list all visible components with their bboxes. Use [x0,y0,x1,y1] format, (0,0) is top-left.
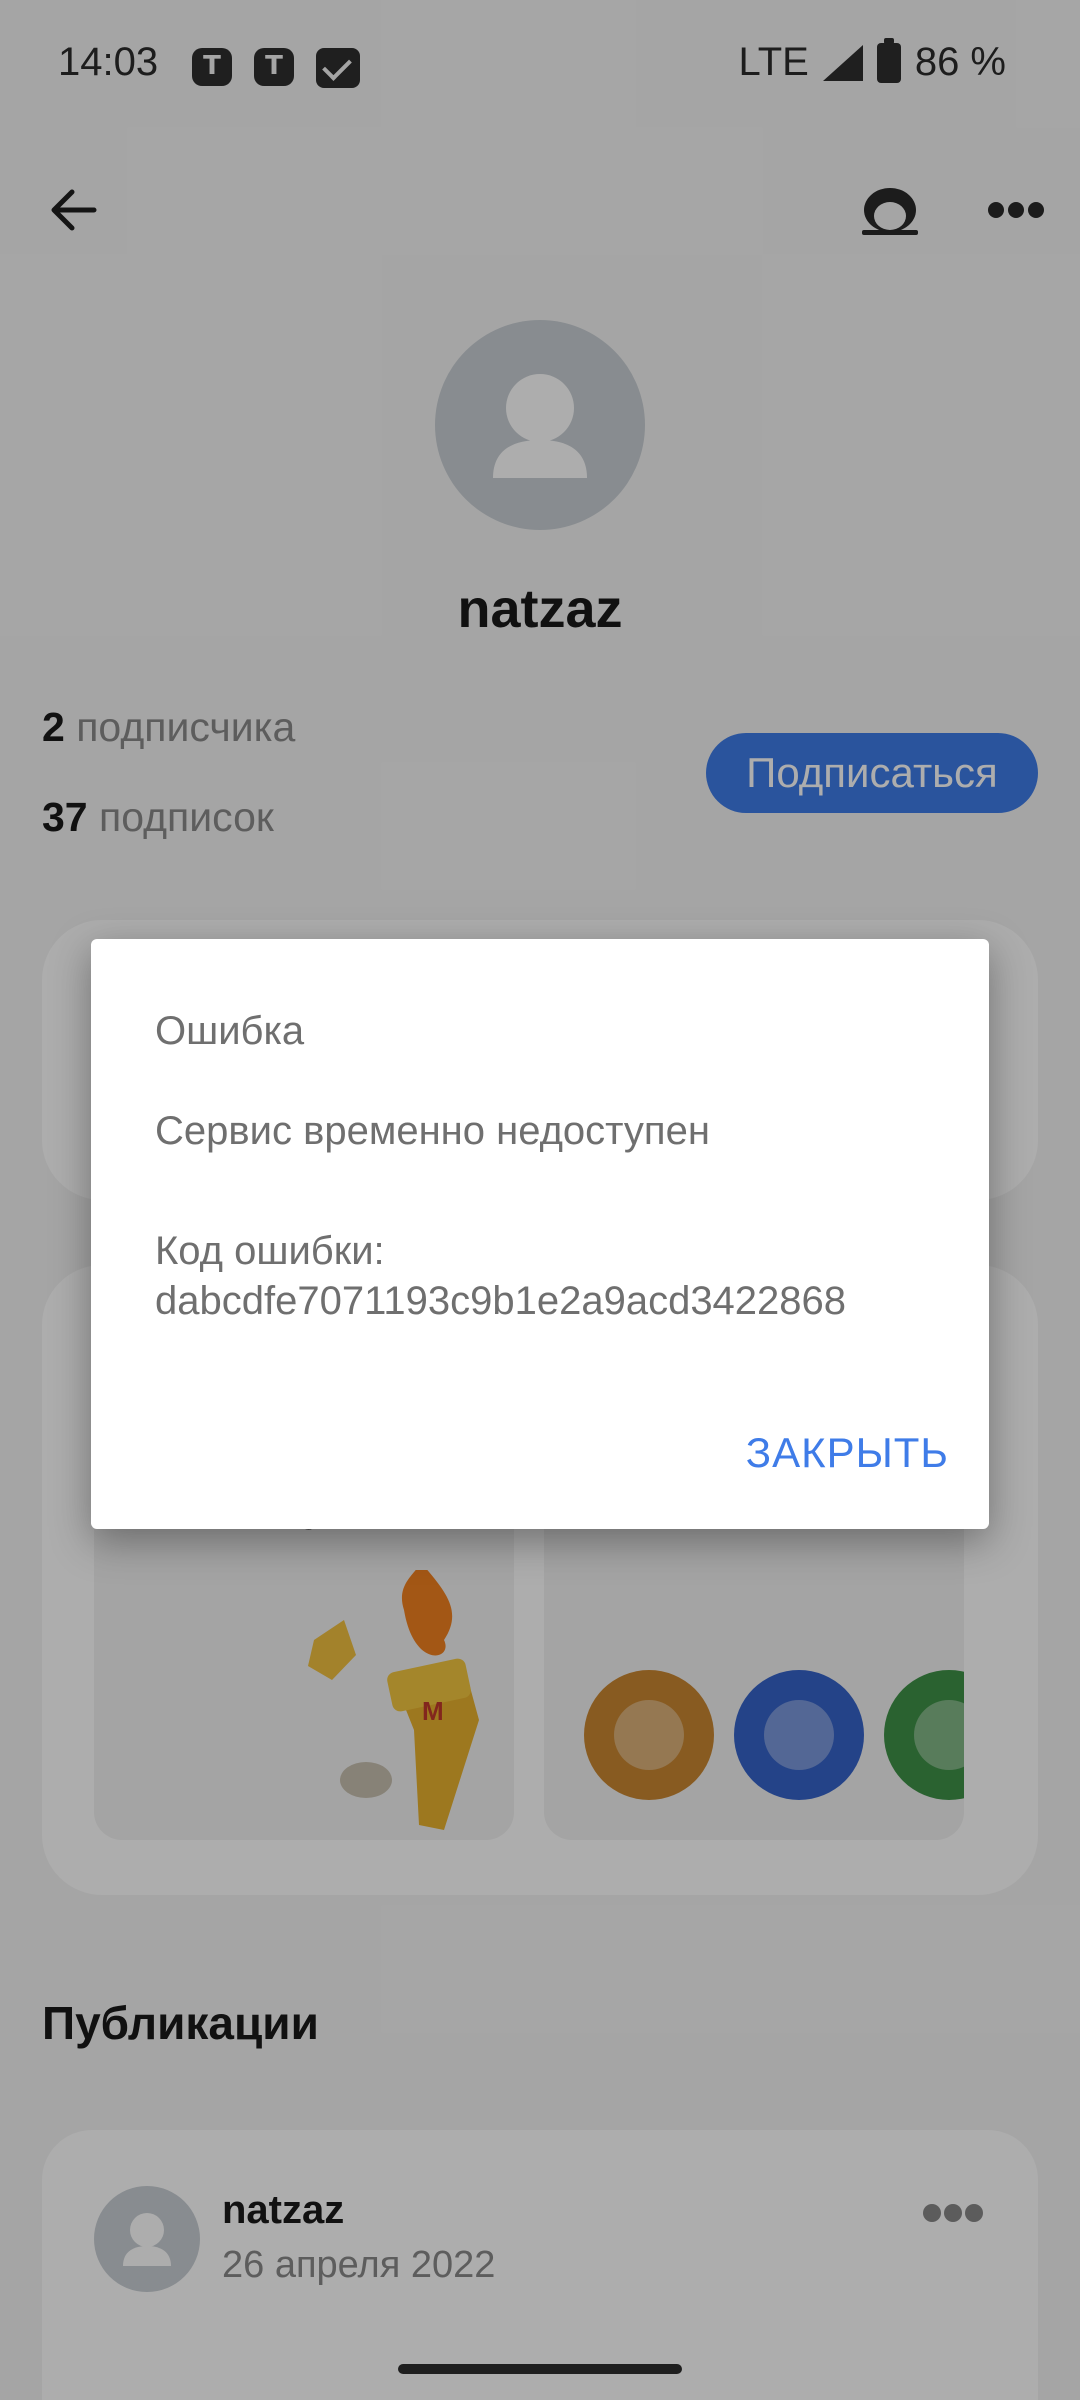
error-dialog: Ошибка Сервис временно недоступен Код ош… [91,939,989,1529]
dialog-title: Ошибка [155,1009,305,1053]
dialog-message: Сервис временно недоступен [155,1109,710,1153]
error-code-value: dabcdfe7071193c9b1e2a9acd3422868 [155,1279,847,1323]
close-button[interactable]: ЗАКРЫТЬ [746,1429,949,1477]
error-code-label: Код ошибки: [155,1229,385,1273]
gesture-nav-handle[interactable] [398,2364,682,2374]
